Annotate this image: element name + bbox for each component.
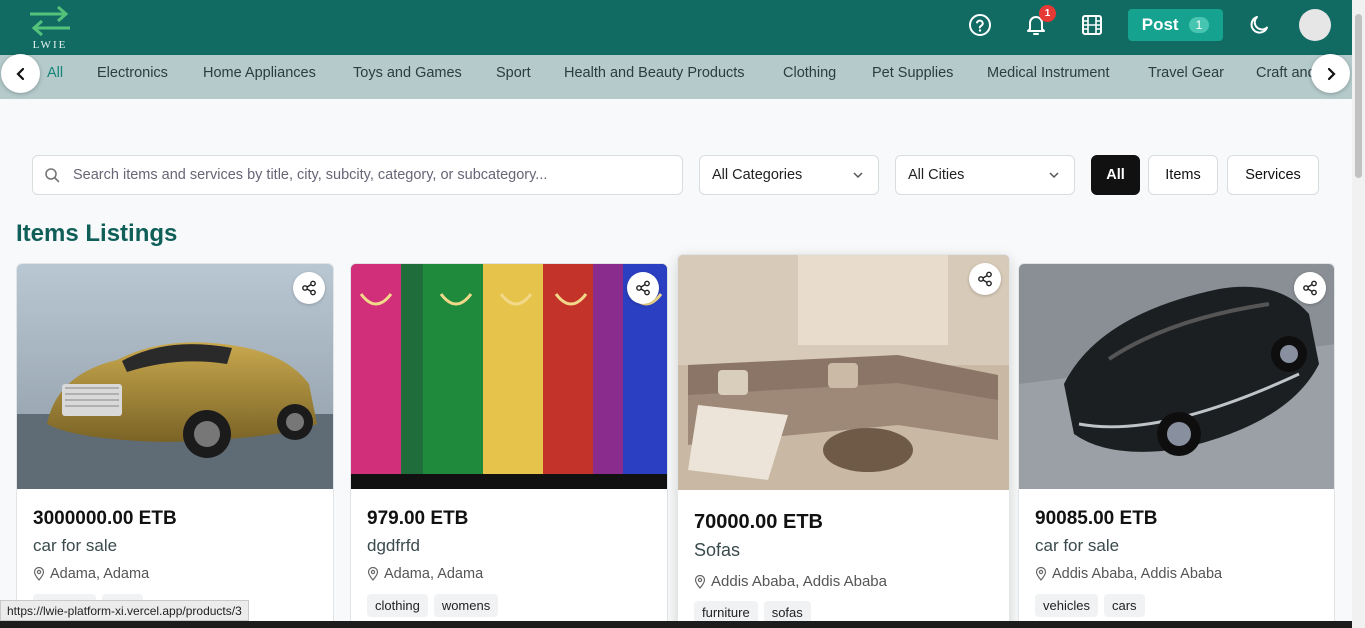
share-icon <box>636 280 650 296</box>
search-input[interactable] <box>73 156 673 194</box>
tag[interactable]: womens <box>433 594 499 617</box>
category-bar: All Electronics Home Appliances Toys and… <box>0 55 1352 99</box>
category-craft[interactable]: Craft and <box>1256 65 1316 81</box>
logo-arrows-icon <box>30 5 70 37</box>
post-button[interactable]: Post 1 <box>1128 9 1223 41</box>
filter-services-button[interactable]: Services <box>1227 155 1319 195</box>
map-pin-icon <box>367 567 379 581</box>
listing-card[interactable]: 3000000.00 ETB car for sale Adama, Adama… <box>16 263 334 628</box>
listing-title[interactable]: car for sale <box>33 536 117 556</box>
listing-location: Adama, Adama <box>33 566 149 582</box>
listing-image[interactable] <box>678 255 1009 490</box>
category-all[interactable]: All <box>47 65 63 81</box>
chevron-down-icon <box>1049 172 1059 179</box>
tag[interactable]: cars <box>1103 594 1145 617</box>
share-icon <box>302 280 316 296</box>
chevron-left-icon <box>15 67 24 80</box>
listing-price: 90085.00 ETB <box>1035 508 1158 529</box>
notification-badge: 1 <box>1039 5 1056 22</box>
tag[interactable]: vehicles <box>1035 594 1098 617</box>
city-select[interactable]: All Cities <box>895 155 1075 195</box>
listing-location-text: Adama, Adama <box>50 566 150 582</box>
share-button[interactable] <box>969 263 1001 295</box>
category-select-value: All Categories <box>712 167 803 183</box>
share-icon <box>1303 280 1317 296</box>
chevron-right-icon <box>1327 67 1336 80</box>
listing-card[interactable]: 979.00 ETB dgdfrfd Adama, Adama clothing… <box>350 263 668 628</box>
map-pin-icon <box>694 574 706 589</box>
listing-image[interactable] <box>351 264 667 489</box>
listing-title[interactable]: car for sale <box>1035 536 1119 556</box>
map-pin-icon <box>1035 567 1047 581</box>
avatar[interactable] <box>1299 9 1331 41</box>
section-title: Items Listings <box>16 220 178 247</box>
category-medical-instrument[interactable]: Medical Instrument <box>987 65 1110 81</box>
listing-location: Addis Ababa, Addis Ababa <box>1035 566 1222 582</box>
film-icon[interactable] <box>1080 12 1104 38</box>
listing-card[interactable]: 70000.00 ETB Sofas Addis Ababa, Addis Ab… <box>677 254 1010 628</box>
listing-title[interactable]: Sofas <box>694 540 740 561</box>
listing-price: 3000000.00 ETB <box>33 508 177 529</box>
listing-card[interactable]: 90085.00 ETB car for sale Addis Ababa, A… <box>1018 263 1335 628</box>
moon-icon[interactable] <box>1247 12 1271 38</box>
page-scrollbar[interactable] <box>1352 0 1365 628</box>
listing-price: 70000.00 ETB <box>694 511 823 533</box>
filter-items-button[interactable]: Items <box>1148 155 1218 195</box>
category-travel-gear[interactable]: Travel Gear <box>1148 65 1224 81</box>
chevron-down-icon <box>853 172 863 179</box>
search-box <box>32 155 683 195</box>
category-select[interactable]: All Categories <box>699 155 879 195</box>
category-home-appliances[interactable]: Home Appliances <box>203 65 316 81</box>
logo[interactable]: LWIE <box>24 2 76 52</box>
scroll-right-button[interactable] <box>1311 54 1350 93</box>
city-select-value: All Cities <box>908 167 965 183</box>
share-button[interactable] <box>293 272 325 304</box>
share-button[interactable] <box>1294 272 1326 304</box>
map-pin-icon <box>33 567 45 581</box>
post-count-badge: 1 <box>1188 17 1210 33</box>
help-icon[interactable] <box>968 12 992 38</box>
logo-text: LWIE <box>32 39 68 51</box>
listing-tags: vehicles cars <box>1035 594 1145 617</box>
tag[interactable]: clothing <box>367 594 428 617</box>
category-toys-and-games[interactable]: Toys and Games <box>353 65 462 81</box>
share-icon <box>978 271 992 287</box>
taskbar-strip <box>0 621 1352 628</box>
post-button-label: Post <box>1141 15 1179 34</box>
listing-tags: clothing womens <box>367 594 499 617</box>
listing-location-text: Adama, Adama <box>384 566 484 582</box>
listing-location: Addis Ababa, Addis Ababa <box>694 573 887 590</box>
share-button[interactable] <box>627 272 659 304</box>
scrollbar-thumb[interactable] <box>1355 14 1362 178</box>
listing-image[interactable] <box>17 264 333 489</box>
filter-all-button[interactable]: All <box>1091 155 1140 195</box>
category-pet-supplies[interactable]: Pet Supplies <box>872 65 953 81</box>
category-health-beauty[interactable]: Health and Beauty Products <box>564 65 745 81</box>
category-clothing[interactable]: Clothing <box>783 65 836 81</box>
category-electronics[interactable]: Electronics <box>97 65 168 81</box>
listing-price: 979.00 ETB <box>367 508 469 529</box>
status-url: https://lwie-platform-xi.vercel.app/prod… <box>0 600 249 621</box>
listing-title[interactable]: dgdfrfd <box>367 536 420 556</box>
category-sport[interactable]: Sport <box>496 65 531 81</box>
search-icon <box>45 168 60 183</box>
listing-location-text: Addis Ababa, Addis Ababa <box>1052 566 1223 582</box>
listing-image[interactable] <box>1019 264 1334 489</box>
listing-location: Adama, Adama <box>367 566 483 582</box>
listing-location-text: Addis Ababa, Addis Ababa <box>711 573 887 590</box>
top-navbar: LWIE 1 Post 1 <box>0 0 1352 55</box>
scroll-left-button[interactable] <box>1 54 40 93</box>
